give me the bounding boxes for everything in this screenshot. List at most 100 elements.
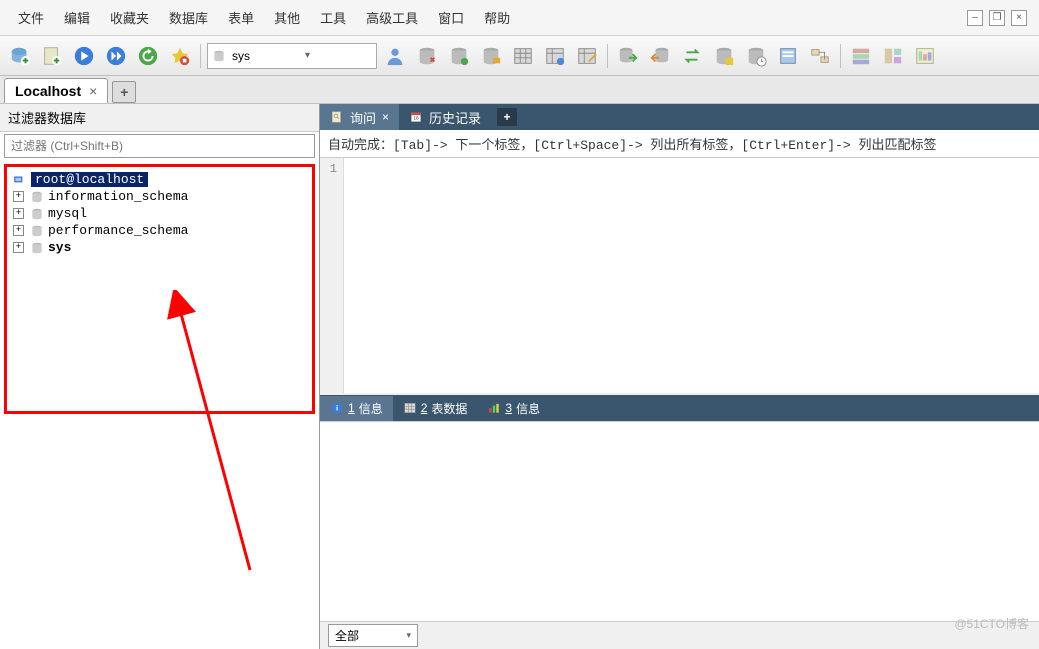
- query-builder-icon[interactable]: [806, 42, 834, 70]
- menu-table[interactable]: 表单: [218, 4, 264, 31]
- toolbar-separator: [607, 44, 608, 68]
- db-action2-icon[interactable]: [445, 42, 473, 70]
- result-tab-num: 1: [348, 401, 355, 415]
- filter-input[interactable]: [4, 134, 315, 158]
- toolbar: sys ▾: [0, 36, 1039, 76]
- backup-icon[interactable]: [710, 42, 738, 70]
- table1-icon[interactable]: [509, 42, 537, 70]
- menu-window[interactable]: 窗口: [428, 4, 474, 31]
- svg-text:18: 18: [413, 115, 419, 120]
- result-tab-strip: i 1 信息 2 表数据 3 信息: [320, 395, 1039, 421]
- db-action3-icon[interactable]: [477, 42, 505, 70]
- close-query-icon[interactable]: ×: [382, 110, 389, 124]
- chevron-down-icon: ▾: [301, 50, 372, 61]
- database-icon: [30, 224, 44, 238]
- content-area: 询问 × 18 历史记录 + 自动完成：[Tab]-> 下一个标签，[Ctrl+…: [320, 104, 1039, 649]
- result-tab-label: 表数据: [431, 400, 467, 417]
- chart-icon: [487, 401, 501, 415]
- tree-db-row[interactable]: + information_schema: [11, 188, 308, 205]
- database-selector-value: sys: [226, 49, 301, 63]
- info-icon: i: [330, 401, 344, 415]
- status-filter-combo[interactable]: 全部 ▾: [328, 624, 418, 647]
- menu-tools[interactable]: 工具: [310, 4, 356, 31]
- connection-tab[interactable]: Localhost ×: [4, 78, 108, 103]
- database-selector[interactable]: sys ▾: [207, 43, 377, 69]
- main-area: 过滤器数据库 root@localhost + information_sche…: [0, 104, 1039, 649]
- result-panel: [320, 421, 1039, 621]
- menu-edit[interactable]: 编辑: [54, 4, 100, 31]
- expand-icon[interactable]: +: [13, 242, 24, 253]
- sidebar: 过滤器数据库 root@localhost + information_sche…: [0, 104, 320, 649]
- result-tab-label: 信息: [516, 400, 540, 417]
- database-icon: [30, 241, 44, 255]
- form-icon[interactable]: [774, 42, 802, 70]
- table3-icon[interactable]: [573, 42, 601, 70]
- watermark: @51CTO博客: [954, 615, 1029, 632]
- window-controls: – ❐ ×: [967, 10, 1031, 26]
- new-query-icon[interactable]: [38, 42, 66, 70]
- sync-icon[interactable]: [678, 42, 706, 70]
- table-icon: [403, 401, 417, 415]
- result-tab-info2[interactable]: 3 信息: [477, 396, 550, 421]
- connection-tab-label: Localhost: [15, 83, 81, 99]
- database-tree: root@localhost + information_schema + my…: [4, 164, 315, 414]
- close-button[interactable]: ×: [1011, 10, 1027, 26]
- status-filter-value: 全部: [335, 627, 359, 644]
- minimize-button[interactable]: –: [967, 10, 983, 26]
- query-tab[interactable]: 询问 ×: [320, 104, 399, 131]
- execute-all-icon[interactable]: [102, 42, 130, 70]
- menu-help[interactable]: 帮助: [474, 4, 520, 31]
- schedule-icon[interactable]: [742, 42, 770, 70]
- editor-body[interactable]: [344, 158, 1039, 393]
- tree-db-label: sys: [48, 240, 71, 255]
- autocomplete-hint: 自动完成：[Tab]-> 下一个标签，[Ctrl+Space]-> 列出所有标签…: [320, 130, 1039, 158]
- maximize-button[interactable]: ❐: [989, 10, 1005, 26]
- tree-db-row[interactable]: + sys: [11, 239, 308, 256]
- view3-icon[interactable]: [911, 42, 939, 70]
- db-action1-icon[interactable]: [413, 42, 441, 70]
- view2-icon[interactable]: [879, 42, 907, 70]
- database-icon: [30, 207, 44, 221]
- tree-root-row[interactable]: root@localhost: [11, 171, 308, 188]
- expand-icon[interactable]: +: [13, 225, 24, 236]
- sql-editor[interactable]: 1: [320, 158, 1039, 393]
- result-tab-num: 2: [421, 401, 428, 415]
- view1-icon[interactable]: [847, 42, 875, 70]
- add-query-tab[interactable]: +: [497, 108, 517, 126]
- chevron-down-icon: ▾: [406, 630, 411, 641]
- tree-db-label: performance_schema: [48, 223, 188, 238]
- tree-db-row[interactable]: + performance_schema: [11, 222, 308, 239]
- menu-advanced[interactable]: 高级工具: [356, 4, 428, 31]
- database-icon: [30, 190, 44, 204]
- tree-db-label: information_schema: [48, 189, 188, 204]
- execute-icon[interactable]: [70, 42, 98, 70]
- tree-db-label: mysql: [48, 206, 87, 221]
- history-tab-label: 历史记录: [429, 108, 481, 127]
- menu-other[interactable]: 其他: [264, 4, 310, 31]
- stop-icon[interactable]: [166, 42, 194, 70]
- user-icon[interactable]: [381, 42, 409, 70]
- add-connection-tab[interactable]: +: [112, 81, 136, 103]
- menu-database[interactable]: 数据库: [159, 4, 218, 31]
- history-tab[interactable]: 18 历史记录: [399, 104, 491, 131]
- menu-favorites[interactable]: 收藏夹: [100, 4, 159, 31]
- result-tab-num: 3: [505, 401, 512, 415]
- import1-icon[interactable]: [646, 42, 674, 70]
- tree-db-row[interactable]: + mysql: [11, 205, 308, 222]
- result-tab-info[interactable]: i 1 信息: [320, 396, 393, 421]
- expand-icon[interactable]: +: [13, 191, 24, 202]
- result-tab-data[interactable]: 2 表数据: [393, 396, 478, 421]
- export1-icon[interactable]: [614, 42, 642, 70]
- toolbar-separator: [200, 44, 201, 68]
- expand-icon[interactable]: +: [13, 208, 24, 219]
- svg-text:i: i: [336, 403, 338, 412]
- table2-icon[interactable]: [541, 42, 569, 70]
- refresh-icon[interactable]: [134, 42, 162, 70]
- server-icon: [13, 173, 27, 187]
- new-connection-icon[interactable]: [6, 42, 34, 70]
- query-tab-label: 询问: [350, 108, 376, 127]
- menubar: 文件 编辑 收藏夹 数据库 表单 其他 工具 高级工具 窗口 帮助 – ❐ ×: [0, 0, 1039, 36]
- menu-file[interactable]: 文件: [8, 4, 54, 31]
- database-icon: [212, 49, 226, 63]
- close-tab-icon[interactable]: ×: [89, 83, 97, 99]
